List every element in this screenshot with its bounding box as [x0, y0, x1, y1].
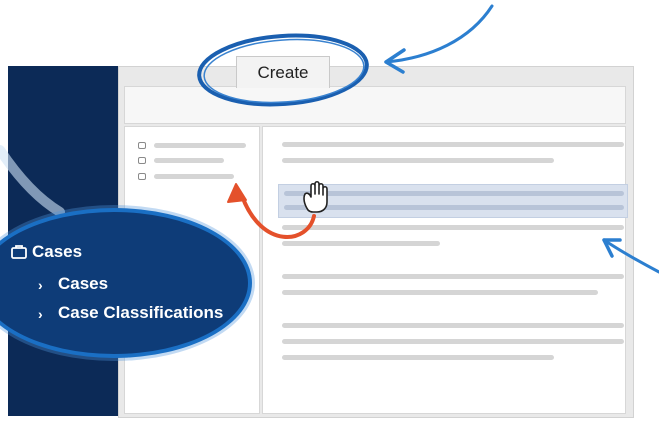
menu-item-case-classifications[interactable]: Case Classifications	[58, 303, 223, 323]
orange-arrow-head	[227, 183, 247, 203]
menu-item-cases[interactable]: Cases	[58, 274, 108, 294]
briefcase-icon	[11, 245, 27, 259]
highlight-circle-inner	[203, 38, 365, 104]
chevron-right-icon: ›	[38, 306, 43, 322]
chevron-right-icon: ›	[38, 277, 43, 293]
highlight-circle	[197, 33, 369, 107]
hand-cursor-icon	[303, 180, 328, 213]
menu-title[interactable]: Cases	[32, 242, 82, 262]
blue-arrow	[384, 4, 494, 64]
orange-arrow	[240, 194, 316, 239]
